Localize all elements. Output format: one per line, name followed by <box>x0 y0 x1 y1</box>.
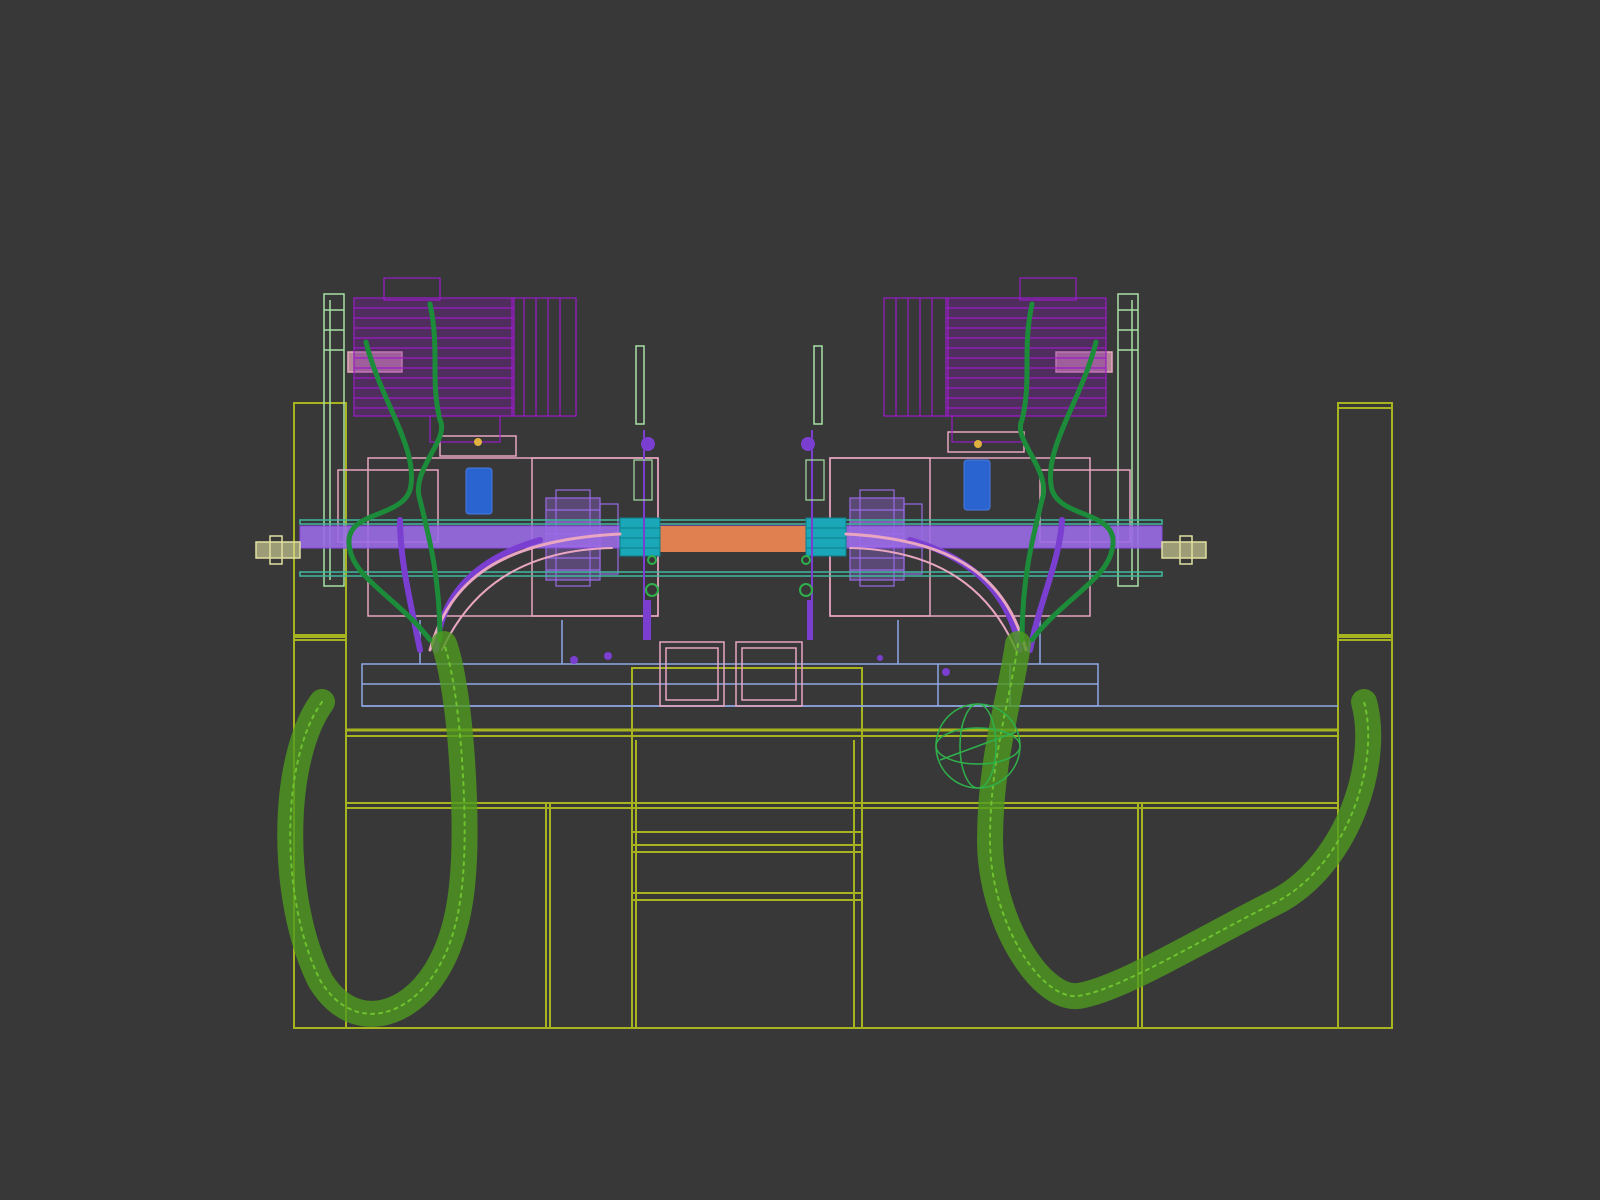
base-plate <box>361 620 1338 707</box>
right-motor[interactable] <box>883 277 1107 443</box>
center-shaft[interactable] <box>660 526 806 552</box>
3d-viewport[interactable] <box>0 0 1600 1200</box>
hoses[interactable] <box>277 631 1382 1027</box>
left-motor[interactable] <box>353 277 577 443</box>
wireframe-canvas[interactable] <box>0 0 1600 1200</box>
filter-cups <box>465 438 991 515</box>
